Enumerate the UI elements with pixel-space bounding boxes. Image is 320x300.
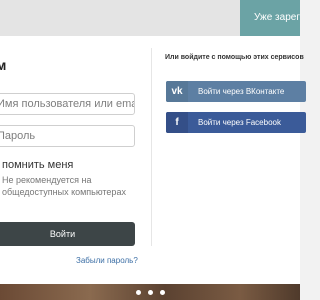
remember-me-note: Не рекомендуется на общедоступных компью… — [2, 175, 126, 197]
remember-me-label[interactable]: помнить меня — [2, 159, 73, 171]
facebook-login-label: Войти через Facebook — [198, 118, 281, 127]
vk-login-button[interactable]: vk Войти через ВКонтакте — [166, 81, 306, 102]
social-login-title: Или войдите с помощью этих сервисов — [165, 54, 304, 61]
password-input[interactable] — [0, 125, 135, 147]
carousel-dot[interactable] — [136, 290, 141, 295]
top-bar: Уже зарегистрированы? — [0, 0, 300, 36]
facebook-icon: f — [166, 112, 188, 133]
carousel-dot[interactable] — [148, 290, 153, 295]
forgot-password-link[interactable]: Забыли пароль? — [76, 256, 138, 265]
login-panel: м помнить меня Не рекомендуется на общед… — [0, 36, 306, 284]
column-divider — [151, 48, 152, 246]
username-input[interactable] — [0, 93, 135, 115]
already-registered-tab[interactable]: Уже зарегистрированы? — [240, 0, 300, 36]
facebook-login-button[interactable]: f Войти через Facebook — [166, 112, 306, 133]
vk-login-label: Войти через ВКонтакте — [198, 87, 285, 96]
vk-icon: vk — [166, 81, 188, 102]
login-button[interactable]: Войти — [0, 222, 135, 246]
carousel-dot[interactable] — [160, 290, 165, 295]
login-title: м — [0, 57, 7, 73]
